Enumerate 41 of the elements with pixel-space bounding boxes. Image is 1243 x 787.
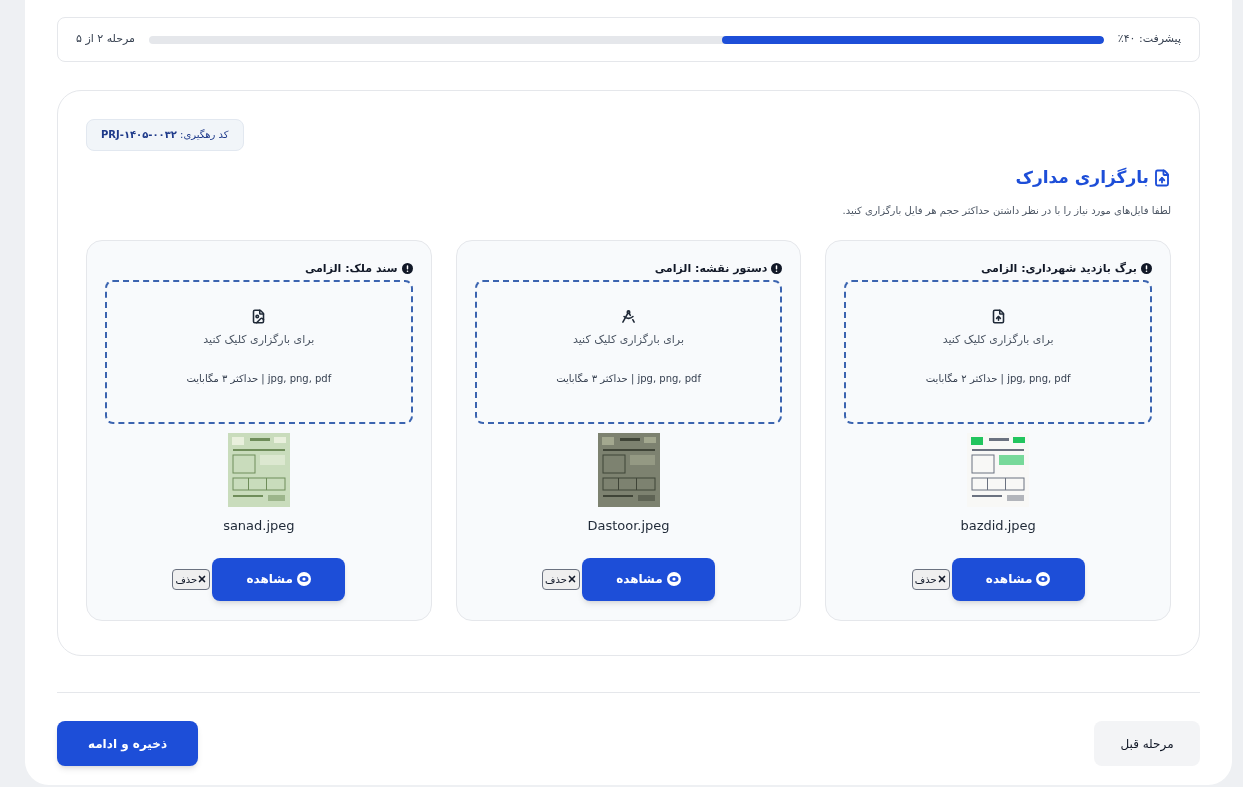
- save-continue-button[interactable]: ذخیره و ادامه: [57, 721, 198, 766]
- step-label: مرحله ۲ از ۵: [76, 31, 135, 48]
- alert-icon: [1141, 263, 1152, 275]
- delete-button[interactable]: حذف: [542, 568, 580, 590]
- progress-label: پیشرفت: ۴۰٪: [1117, 31, 1181, 48]
- eye-icon: [666, 572, 681, 586]
- file-format-hint: jpg, png, pdf | حداکثر ۳ مگابایت: [556, 371, 701, 386]
- eye-icon: [1036, 572, 1051, 586]
- close-icon: [936, 574, 947, 584]
- file-format-hint: jpg, png, pdf | حداکثر ۳ مگابایت: [186, 371, 332, 386]
- upload-prompt: برای بارگزاری کلیک کنید: [573, 332, 684, 348]
- document-label: دستور نقشه: الزامی: [654, 260, 768, 277]
- file-image-icon: [251, 309, 267, 324]
- file-name: sanad.jpeg: [223, 517, 295, 535]
- close-icon: [566, 574, 577, 584]
- section-title: بارگزاری مدارک: [1015, 166, 1149, 190]
- upload-dropzone[interactable]: برای بارگزاری کلیک کنید jpg, png, pdf | حداکثر ۳ مگابایت: [474, 280, 783, 424]
- tracking-code-badge: کد رهگیری: PRJ-۱۴۰۵-۰۰۳۲: [86, 119, 244, 151]
- close-icon: [197, 574, 208, 584]
- alert-icon: [771, 263, 783, 275]
- view-button[interactable]: مشاهده: [951, 557, 1085, 601]
- document-label: سند ملک: الزامی: [304, 260, 398, 277]
- upload-dropzone[interactable]: برای بارگزاری کلیک کنید jpg, png, pdf | حداکثر ۲ مگابایت: [844, 280, 1152, 424]
- upload-dropzone[interactable]: برای بارگزاری کلیک کنید jpg, png, pdf | حداکثر ۳ مگابایت: [105, 280, 413, 424]
- alert-icon: [401, 263, 413, 275]
- delete-button[interactable]: حذف: [911, 568, 950, 590]
- previous-step-button[interactable]: مرحله قبل: [1094, 721, 1200, 766]
- drafting-compass-icon: [621, 309, 636, 324]
- file-upload-icon: [1153, 168, 1171, 187]
- file-name: bazdid.jpeg: [960, 517, 1036, 535]
- section-description: لطفا فایل‌های مورد نیاز را با در نظر داشتن حداکثر حجم هر فایل بارگزاری کنید.: [841, 203, 1171, 218]
- eye-icon: [297, 572, 311, 586]
- view-button[interactable]: مشاهده: [581, 557, 715, 601]
- file-upload-icon: [990, 309, 1006, 324]
- file-name: Dastoor.jpeg: [587, 517, 670, 535]
- upload-prompt: برای بارگزاری کلیک کنید: [203, 332, 315, 348]
- document-label: برگ بازدید شهرداری: الزامی: [980, 260, 1137, 277]
- upload-prompt: برای بارگزاری کلیک کنید: [942, 332, 1054, 348]
- view-button[interactable]: مشاهده: [212, 557, 346, 601]
- file-format-hint: jpg, png, pdf | حداکثر ۲ مگابایت: [925, 371, 1071, 386]
- delete-button[interactable]: حذف: [172, 568, 211, 590]
